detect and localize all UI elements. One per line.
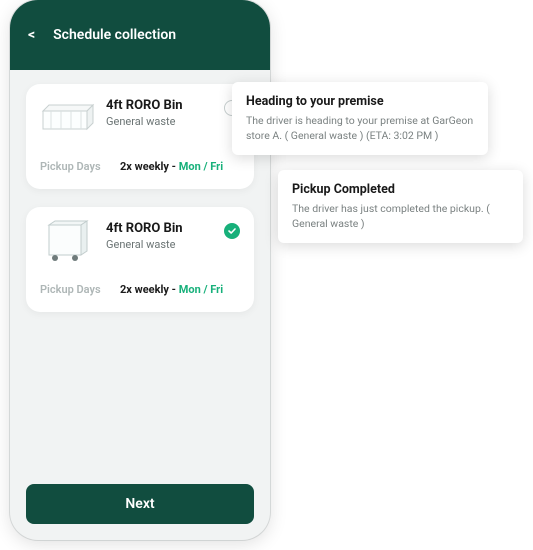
phone-frame: < Schedule collection [10, 0, 270, 540]
app-header: < Schedule collection [10, 0, 270, 70]
pickup-days-value: Mon / Fri [179, 283, 223, 296]
notification-title: Pickup Completed [292, 182, 509, 197]
page-title: Schedule collection [53, 27, 176, 43]
pickup-frequency: 2x weekly - [120, 160, 179, 173]
notification-title: Heading to your premise [246, 94, 474, 109]
bin-image [40, 221, 96, 261]
notification-card: Heading to your premise The driver is he… [232, 82, 488, 155]
bin-subtitle: General waste [106, 115, 214, 128]
notification-body: The driver is heading to your premise at… [246, 114, 474, 143]
pickup-days-label: Pickup Days [40, 160, 110, 173]
bin-title: 4ft RORO Bin [106, 221, 214, 236]
pickup-frequency: 2x weekly - [120, 283, 179, 296]
next-button[interactable]: Next [26, 484, 254, 524]
bin-option-card[interactable]: 4ft RORO Bin General waste Pickup Days 2… [26, 84, 254, 189]
notification-card: Pickup Completed The driver has just com… [278, 170, 523, 243]
bin-title: 4ft RORO Bin [106, 98, 214, 113]
bin-image [40, 98, 96, 138]
pickup-days-label: Pickup Days [40, 283, 110, 296]
radio-checked-icon[interactable] [224, 223, 240, 239]
content-area: 4ft RORO Bin General waste Pickup Days 2… [10, 70, 270, 312]
next-button-label: Next [125, 496, 154, 512]
back-icon[interactable]: < [28, 27, 35, 43]
notification-body: The driver has just completed the pickup… [292, 202, 509, 231]
pickup-days-value: Mon / Fri [179, 160, 223, 173]
bin-option-card[interactable]: 4ft RORO Bin General waste Pickup Days 2… [26, 207, 254, 312]
bin-subtitle: General waste [106, 238, 214, 251]
